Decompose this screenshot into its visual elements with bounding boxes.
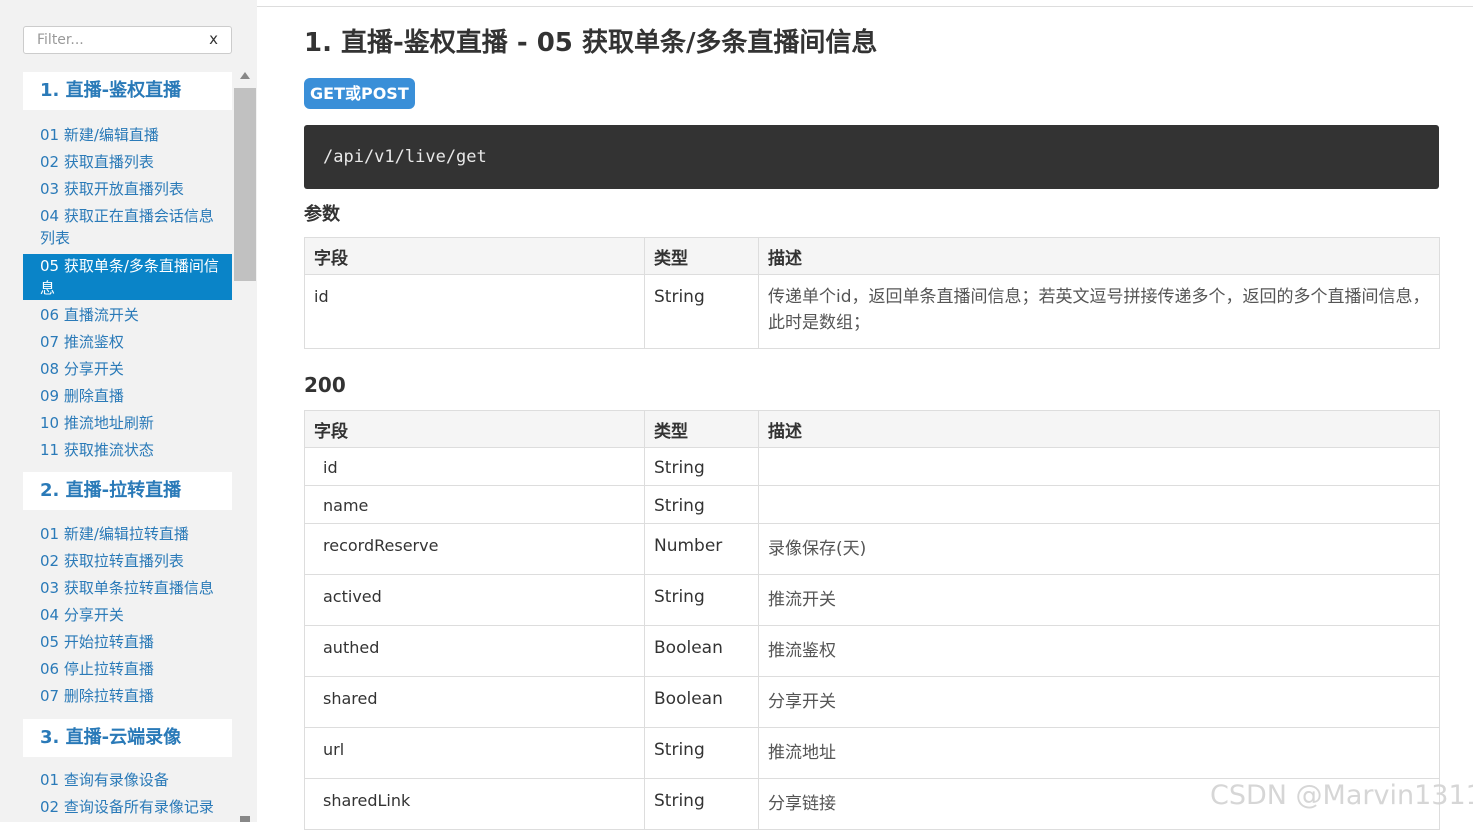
clear-filter-button[interactable]: x (209, 30, 218, 48)
column-header-field: 字段 (304, 237, 645, 275)
cell-field: recordReserve (304, 523, 645, 575)
filter-box: x (23, 26, 232, 54)
cell-field: authed (304, 625, 645, 677)
cell-desc: 推流开关 (758, 574, 1440, 626)
cell-type: String (644, 447, 759, 486)
nav-item[interactable]: 03 获取开放直播列表 (23, 178, 232, 200)
column-header-desc: 描述 (758, 410, 1440, 448)
cell-desc: 推流鉴权 (758, 625, 1440, 677)
column-header-type: 类型 (644, 237, 759, 275)
nav-section-2[interactable]: 2. 直播-拉转直播 (23, 472, 232, 510)
cell-desc: 分享开关 (758, 676, 1440, 728)
table-row: shared Boolean 分享开关 (304, 676, 1440, 728)
scrollbar-thumb[interactable] (234, 88, 256, 281)
cell-type: String (644, 485, 759, 524)
nav-item[interactable]: 02 获取直播列表 (23, 151, 232, 173)
cell-type: Boolean (644, 676, 759, 728)
nav-section-1[interactable]: 1. 直播-鉴权直播 (23, 72, 232, 110)
table-header-row: 字段 类型 描述 (304, 410, 1440, 448)
table-row: id String (304, 447, 1440, 486)
endpoint-code-block: /api/v1/live/get (304, 125, 1439, 189)
column-header-desc: 描述 (758, 237, 1440, 275)
filter-input[interactable] (24, 27, 217, 53)
table-row: actived String 推流开关 (304, 574, 1440, 626)
nav-item[interactable]: 04 分享开关 (23, 604, 232, 626)
cell-type: Number (644, 523, 759, 575)
params-table: 字段 类型 描述 id String 传递单个id，返回单条直播间信息；若英文逗… (304, 237, 1440, 349)
response-heading: 200 (304, 373, 346, 397)
nav-item[interactable]: 11 获取推流状态 (23, 439, 232, 461)
nav-item[interactable]: 08 分享开关 (23, 358, 232, 380)
table-row: name String (304, 485, 1440, 524)
cell-desc (758, 447, 1440, 486)
cell-field: shared (304, 676, 645, 728)
cell-field: id (304, 274, 645, 349)
main-content: 1. 直播-鉴权直播 - 05 获取单条/多条直播间信息 GET或POST /a… (257, 0, 1473, 830)
cell-desc: 推流地址 (758, 727, 1440, 779)
cell-type: String (644, 727, 759, 779)
table-row: id String 传递单个id，返回单条直播间信息；若英文逗号拼接传递多个，返… (304, 274, 1440, 349)
method-badge: GET或POST (304, 78, 415, 109)
nav-item[interactable]: 04 获取正在直播会话信息列表 (23, 205, 232, 249)
table-header-row: 字段 类型 描述 (304, 237, 1440, 275)
nav-tree: 1. 直播-鉴权直播 01 新建/编辑直播 02 获取直播列表 03 获取开放直… (23, 72, 232, 822)
nav-item[interactable]: 03 获取单条拉转直播信息 (23, 577, 232, 599)
cell-field: actived (304, 574, 645, 626)
column-header-type: 类型 (644, 410, 759, 448)
scroll-up-arrow-icon[interactable] (240, 72, 250, 79)
nav-item[interactable]: 05 开始拉转直播 (23, 631, 232, 653)
nav-item[interactable]: 06 停止拉转直播 (23, 658, 232, 680)
table-row: url String 推流地址 (304, 727, 1440, 779)
nav-item[interactable]: 01 新建/编辑拉转直播 (23, 523, 232, 545)
response-table: 字段 类型 描述 id String name String recordRes… (304, 410, 1440, 830)
table-row: recordReserve Number 录像保存(天) (304, 523, 1440, 575)
divider (257, 6, 1473, 7)
cell-desc: 录像保存(天) (758, 523, 1440, 575)
cell-type: String (644, 574, 759, 626)
nav-item[interactable]: 02 查询设备所有录像记录 (23, 796, 232, 818)
sidebar: x 1. 直播-鉴权直播 01 新建/编辑直播 02 获取直播列表 03 获取开… (0, 0, 257, 822)
nav-item[interactable]: 09 删除直播 (23, 385, 232, 407)
nav-item[interactable]: 01 查询有录像设备 (23, 769, 232, 791)
cell-type: String (644, 274, 759, 349)
nav-item-active[interactable]: 05 获取单条/多条直播间信息 (23, 254, 232, 300)
nav-item[interactable]: 02 获取拉转直播列表 (23, 550, 232, 572)
cell-type: Boolean (644, 625, 759, 677)
nav-item[interactable]: 06 直播流开关 (23, 304, 232, 326)
page-title: 1. 直播-鉴权直播 - 05 获取单条/多条直播间信息 (304, 28, 878, 58)
scroll-down-arrow-icon[interactable] (240, 816, 250, 822)
column-header-field: 字段 (304, 410, 645, 448)
table-row: authed Boolean 推流鉴权 (304, 625, 1440, 677)
cell-field: name (304, 485, 645, 524)
nav-item[interactable]: 10 推流地址刷新 (23, 412, 232, 434)
cell-field: url (304, 727, 645, 779)
cell-desc (758, 485, 1440, 524)
nav-item[interactable]: 07 删除拉转直播 (23, 685, 232, 707)
nav-section-3[interactable]: 3. 直播-云端录像 (23, 719, 232, 757)
params-heading: 参数 (304, 204, 340, 225)
watermark: CSDN @Marvin1311 (1210, 780, 1473, 811)
cell-desc: 传递单个id，返回单条直播间信息；若英文逗号拼接传递多个，返回的多个直播间信息，… (758, 274, 1440, 349)
nav-item[interactable]: 07 推流鉴权 (23, 331, 232, 353)
nav-item[interactable]: 01 新建/编辑直播 (23, 124, 232, 146)
cell-field: id (304, 447, 645, 486)
